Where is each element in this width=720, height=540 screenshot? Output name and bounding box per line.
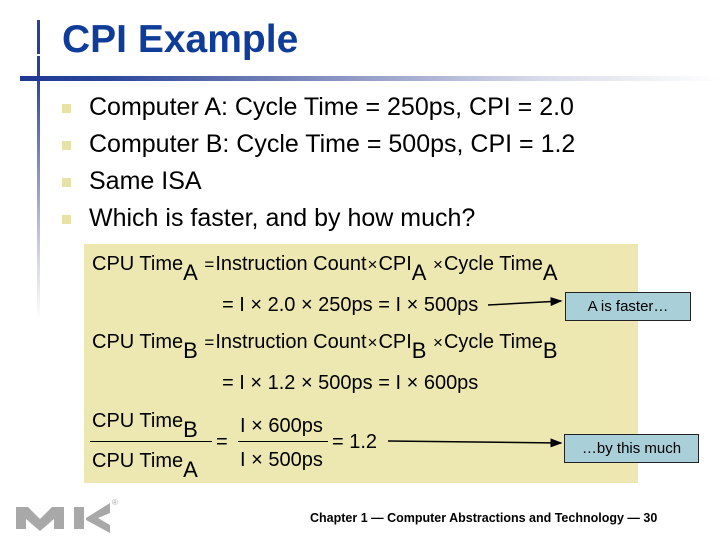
arrow-to-how-much (387, 438, 563, 448)
arrow-to-faster (487, 297, 563, 307)
slide-footer: Chapter 1 — Computer Abstractions and Te… (310, 511, 658, 525)
callout-a-is-faster: A is faster… (565, 292, 691, 321)
mk-logo: ® (16, 498, 118, 533)
registered-mark: ® (112, 498, 118, 507)
callout-by-this-much: …by this much (564, 434, 699, 463)
mk-logo-icon (16, 503, 110, 533)
